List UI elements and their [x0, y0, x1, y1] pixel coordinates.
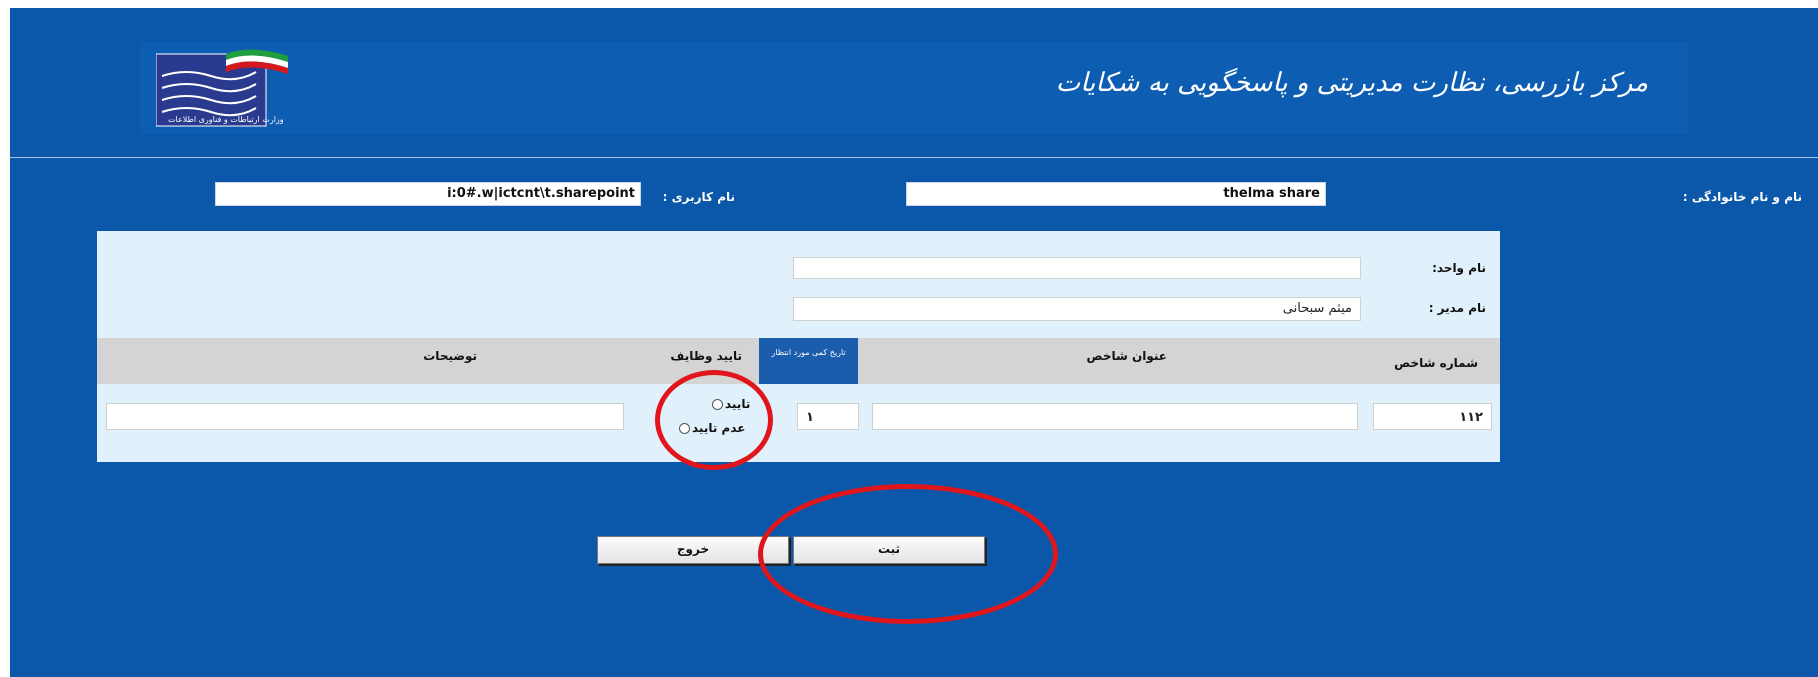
col-notes: توضیحات [423, 349, 477, 363]
col-expected-value: تاریخ کمی مورد انتظار [759, 338, 858, 384]
index-title-field[interactable] [872, 403, 1358, 430]
col-duty-approval: تایید وظایف [670, 349, 742, 363]
manager-name-field[interactable]: میثم سبحانی [793, 297, 1361, 321]
reject-radio[interactable] [679, 422, 690, 434]
logo-text: وزارت ارتباطات و فناوری اطلاعات [168, 115, 284, 124]
ministry-logo: وزارت ارتباطات و فناوری اطلاعات [156, 49, 288, 127]
approve-radio[interactable] [712, 398, 723, 410]
page-frame: وزارت ارتباطات و فناوری اطلاعات مرکز باز… [10, 8, 1818, 677]
col-index-number: شماره شاخص [1394, 356, 1478, 370]
header-banner: وزارت ارتباطات و فناوری اطلاعات مرکز باز… [140, 42, 1688, 134]
submit-button[interactable]: ثبت [793, 536, 985, 564]
approve-option[interactable]: تایید [712, 397, 750, 411]
exit-button[interactable]: خروج [597, 536, 789, 564]
grid-header: شماره شاخص عنوان شاخص تاریخ کمی مورد انت… [97, 338, 1500, 384]
header-title: مرکز بازرسی، نظارت مدیریتی و پاسخگویی به… [1055, 68, 1648, 98]
unit-name-label: نام واحد: [1432, 261, 1486, 275]
form-panel: نام واحد: نام مدیر : میثم سبحانی شماره ش… [97, 231, 1500, 462]
full-name-field[interactable]: thelma share [906, 182, 1326, 206]
approve-label: تایید [725, 397, 751, 411]
col-index-title: عنوان شاخص [1086, 349, 1167, 363]
username-field[interactable]: i:0#.w|ictcnt\t.sharepoint [215, 182, 641, 206]
header-divider [10, 157, 1818, 158]
username-label: نام کاربری : [662, 190, 735, 204]
index-number-field[interactable]: ۱۱۲ [1373, 403, 1492, 430]
unit-name-field[interactable] [793, 257, 1361, 279]
manager-name-label: نام مدیر : [1428, 301, 1486, 315]
reject-option[interactable]: عدم تایید [679, 421, 745, 435]
notes-field[interactable] [106, 403, 624, 430]
full-name-label: نام و نام خانوادگی : [1682, 190, 1802, 204]
reject-label: عدم تایید [692, 421, 746, 435]
expected-value-field[interactable]: ۱ [797, 403, 859, 430]
